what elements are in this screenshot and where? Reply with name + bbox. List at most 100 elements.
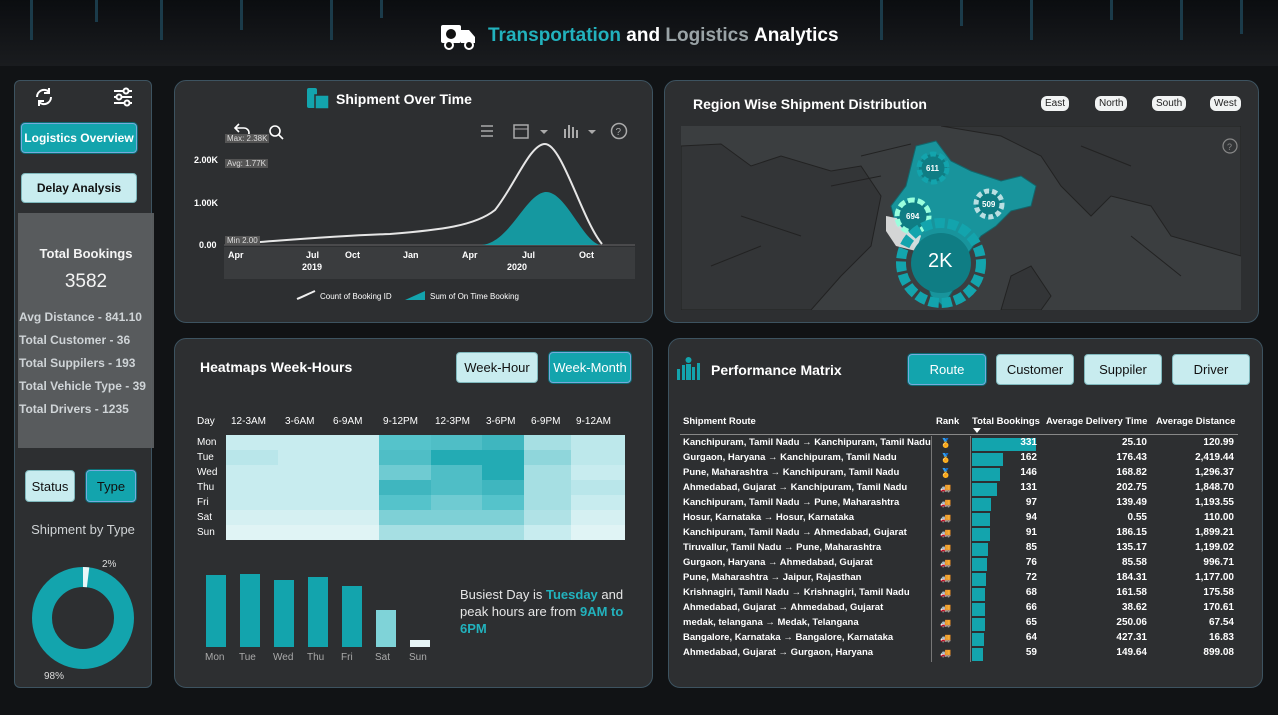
- heatmap-cell[interactable]: [571, 435, 625, 450]
- heatmap-cell[interactable]: [329, 495, 379, 510]
- bookings-bar: [972, 558, 987, 571]
- heatmap-title: Heatmaps Week-Hours: [200, 359, 353, 375]
- heatmap-cell[interactable]: [482, 435, 524, 450]
- heatmap-cell[interactable]: [379, 465, 431, 480]
- region-filter-north[interactable]: North: [1095, 96, 1128, 111]
- heatmap-cell[interactable]: [329, 465, 379, 480]
- bookings-cell: 131: [1020, 482, 1037, 493]
- heatmap-cell[interactable]: [278, 510, 329, 525]
- region-map[interactable]: ?: [681, 126, 1241, 310]
- week-hour-button[interactable]: Week-Hour: [456, 352, 538, 383]
- day-label: Sat: [197, 512, 213, 523]
- heatmap-cell[interactable]: [329, 525, 379, 540]
- title-and: and: [626, 25, 661, 46]
- heatmap-cell[interactable]: [379, 450, 431, 465]
- kpi-card: Total Bookings 3582 Avg Distance - 841.1…: [18, 213, 154, 448]
- filter-sliders-icon[interactable]: [112, 86, 134, 108]
- heatmap-cell[interactable]: [329, 480, 379, 495]
- logistics-overview-button[interactable]: Logistics Overview: [21, 123, 137, 153]
- bookings-cell: 68: [1025, 587, 1037, 598]
- heatmap-cell[interactable]: [571, 525, 625, 540]
- bar-thu: [308, 577, 328, 647]
- heatmap-cell[interactable]: [226, 465, 278, 480]
- heatmap-cell[interactable]: [226, 450, 278, 465]
- heatmap-cell[interactable]: [524, 495, 571, 510]
- heatmap-cell[interactable]: [379, 495, 431, 510]
- hour-header: 12-3AM: [231, 416, 267, 427]
- col-rank[interactable]: Rank: [936, 416, 959, 427]
- heatmap-cell[interactable]: [524, 480, 571, 495]
- heatmap-cell[interactable]: [226, 435, 278, 450]
- heatmap-cell[interactable]: [431, 495, 482, 510]
- heatmap-cell[interactable]: [278, 480, 329, 495]
- type-toggle[interactable]: Type: [86, 470, 136, 502]
- heatmap-cell[interactable]: [524, 450, 571, 465]
- heatmap-cell[interactable]: [226, 480, 278, 495]
- heatmap-cell[interactable]: [571, 480, 625, 495]
- status-toggle[interactable]: Status: [25, 470, 75, 502]
- heatmap-cell[interactable]: [431, 510, 482, 525]
- week-month-button[interactable]: Week-Month: [549, 352, 631, 383]
- heatmap-cell[interactable]: [329, 450, 379, 465]
- shipment-type-donut[interactable]: [30, 565, 136, 671]
- heatmap-cell[interactable]: [329, 510, 379, 525]
- truck-rank-icon: 🚚: [940, 558, 952, 568]
- heatmap-cell[interactable]: [482, 480, 524, 495]
- tab-customer[interactable]: Customer: [996, 354, 1074, 385]
- heatmap-cell[interactable]: [431, 435, 482, 450]
- heatmap-cell[interactable]: [524, 465, 571, 480]
- tab-driver[interactable]: Driver: [1172, 354, 1250, 385]
- heatmap-cell[interactable]: [571, 495, 625, 510]
- heatmap-cell[interactable]: [482, 525, 524, 540]
- heatmap-cell[interactable]: [379, 510, 431, 525]
- heatmap-cell[interactable]: [571, 510, 625, 525]
- heatmap-cell[interactable]: [482, 495, 524, 510]
- region-filter-south[interactable]: South: [1152, 96, 1187, 111]
- col-route[interactable]: Shipment Route: [683, 416, 756, 427]
- heatmap-cell[interactable]: [379, 435, 431, 450]
- heatmap-cell[interactable]: [278, 525, 329, 540]
- region-filter-west[interactable]: West: [1210, 96, 1241, 111]
- bookings-cell: 76: [1025, 557, 1037, 568]
- heatmap-cell[interactable]: [278, 450, 329, 465]
- heatmap-cell[interactable]: [226, 525, 278, 540]
- bookings-bar: [972, 573, 986, 586]
- heatmap-cell[interactable]: [524, 435, 571, 450]
- heatmap-cell[interactable]: [379, 480, 431, 495]
- heatmap-cell[interactable]: [482, 510, 524, 525]
- heatmap-cell[interactable]: [482, 465, 524, 480]
- heatmap-cell[interactable]: [524, 525, 571, 540]
- x-month-oct-2020: Oct: [579, 250, 595, 260]
- day-bar-chart[interactable]: [198, 560, 438, 660]
- heatmap-cell[interactable]: [431, 465, 482, 480]
- col-delivery-time[interactable]: Average Delivery Time: [1046, 416, 1147, 427]
- x-month-jul-2019: Jul: [306, 250, 320, 260]
- col-bookings[interactable]: Total Bookings: [972, 416, 1040, 427]
- heatmap-cell[interactable]: [226, 510, 278, 525]
- region-filter-east[interactable]: East: [1041, 96, 1070, 111]
- heatmap-cell[interactable]: [278, 495, 329, 510]
- heatmap-cell[interactable]: [226, 495, 278, 510]
- heatmap-cell[interactable]: [482, 450, 524, 465]
- refresh-icon[interactable]: [33, 86, 55, 108]
- heatmap-cell[interactable]: [278, 465, 329, 480]
- col-distance[interactable]: Average Distance: [1156, 416, 1235, 427]
- phone-shipment-icon: [307, 88, 330, 110]
- heatmap-cell[interactable]: [571, 465, 625, 480]
- x-month-jan-2020: Jan: [403, 250, 419, 260]
- heatmap-cell[interactable]: [431, 525, 482, 540]
- heatmap-cell[interactable]: [431, 480, 482, 495]
- heatmap-cell[interactable]: [571, 450, 625, 465]
- heatmap-cell[interactable]: [431, 450, 482, 465]
- tab-route[interactable]: Route: [908, 354, 986, 385]
- truck-rank-icon: 🚚: [940, 633, 952, 643]
- tab-supplier[interactable]: Suppiler: [1084, 354, 1162, 385]
- heatmap-cell[interactable]: [329, 435, 379, 450]
- heatmap-cell[interactable]: [379, 525, 431, 540]
- donut-large-label: 98%: [44, 671, 65, 682]
- delay-analysis-button[interactable]: Delay Analysis: [21, 173, 137, 203]
- bookings-bar: [972, 633, 985, 646]
- heatmap-cell[interactable]: [524, 510, 571, 525]
- heatmap-cell[interactable]: [278, 435, 329, 450]
- x-month-apr-2019: Apr: [228, 250, 244, 260]
